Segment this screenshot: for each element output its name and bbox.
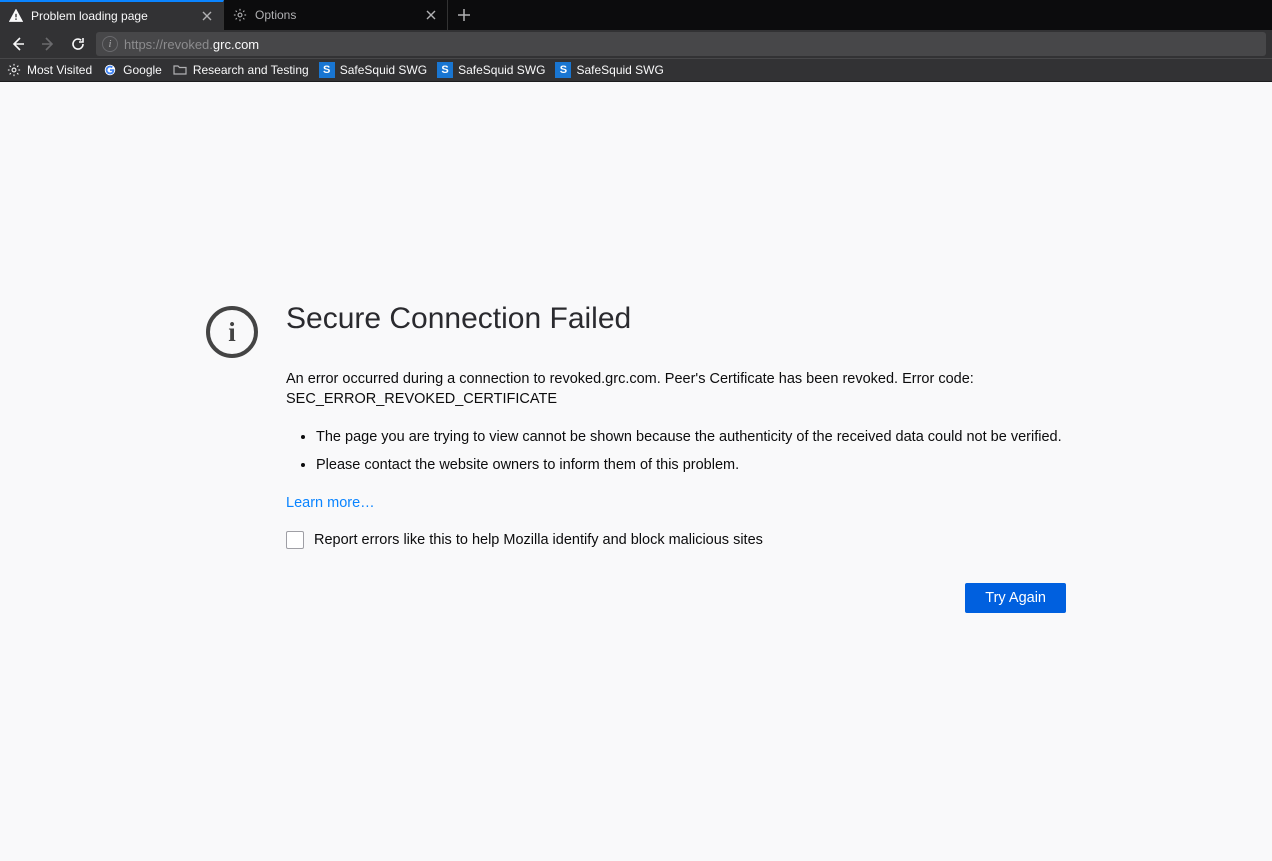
- bookmark-google[interactable]: Google: [102, 62, 162, 78]
- bookmark-most-visited[interactable]: Most Visited: [6, 62, 92, 78]
- bookmark-label: SafeSquid SWG: [576, 63, 663, 77]
- tab-label: Options: [255, 8, 423, 22]
- url-bar[interactable]: i https://revoked.grc.com: [96, 32, 1266, 56]
- report-errors-row: Report errors like this to help Mozilla …: [286, 531, 1066, 549]
- bookmark-label: Most Visited: [27, 63, 92, 77]
- safesquid-icon: S: [555, 62, 571, 78]
- info-icon: i: [206, 306, 258, 358]
- url-text: https://revoked.grc.com: [124, 37, 259, 52]
- error-title: Secure Connection Failed: [286, 302, 1066, 336]
- tab-label: Problem loading page: [31, 9, 199, 23]
- bookmark-label: Research and Testing: [193, 63, 309, 77]
- error-bullet-list: The page you are trying to view cannot b…: [316, 427, 1066, 476]
- bookmarks-bar: Most Visited Google Research and Testing…: [0, 58, 1272, 82]
- warning-icon: [8, 8, 24, 24]
- button-row: Try Again: [286, 583, 1066, 613]
- gear-icon: [232, 7, 248, 23]
- error-bullet: The page you are trying to view cannot b…: [316, 427, 1066, 447]
- safesquid-icon: S: [437, 62, 453, 78]
- error-bullet: Please contact the website owners to inf…: [316, 455, 1066, 475]
- error-body: Secure Connection Failed An error occurr…: [286, 302, 1066, 613]
- tab-options[interactable]: Options: [224, 0, 448, 30]
- new-tab-button[interactable]: [448, 0, 480, 30]
- bookmark-research[interactable]: Research and Testing: [172, 62, 309, 78]
- forward-button[interactable]: [36, 32, 60, 56]
- page-content: i Secure Connection Failed An error occu…: [0, 82, 1272, 861]
- gear-icon: [6, 62, 22, 78]
- report-errors-label: Report errors like this to help Mozilla …: [314, 532, 763, 548]
- bookmark-label: SafeSquid SWG: [458, 63, 545, 77]
- safesquid-icon: S: [319, 62, 335, 78]
- try-again-button[interactable]: Try Again: [965, 583, 1066, 613]
- nav-toolbar: i https://revoked.grc.com: [0, 30, 1272, 58]
- site-identity-icon[interactable]: i: [102, 36, 118, 52]
- bookmark-label: SafeSquid SWG: [340, 63, 427, 77]
- reload-button[interactable]: [66, 32, 90, 56]
- close-icon[interactable]: [199, 8, 215, 24]
- google-icon: [102, 62, 118, 78]
- tab-problem-loading[interactable]: Problem loading page: [0, 0, 224, 30]
- error-description: An error occurred during a connection to…: [286, 370, 1066, 409]
- folder-icon: [172, 62, 188, 78]
- close-icon[interactable]: [423, 7, 439, 23]
- back-button[interactable]: [6, 32, 30, 56]
- learn-more-link[interactable]: Learn more…: [286, 495, 375, 511]
- bookmark-label: Google: [123, 63, 162, 77]
- error-container: i Secure Connection Failed An error occu…: [206, 302, 1066, 861]
- bookmark-safesquid-2[interactable]: S SafeSquid SWG: [437, 62, 545, 78]
- bookmark-safesquid-3[interactable]: S SafeSquid SWG: [555, 62, 663, 78]
- tab-strip: Problem loading page Options: [0, 0, 1272, 30]
- bookmark-safesquid-1[interactable]: S SafeSquid SWG: [319, 62, 427, 78]
- report-errors-checkbox[interactable]: [286, 531, 304, 549]
